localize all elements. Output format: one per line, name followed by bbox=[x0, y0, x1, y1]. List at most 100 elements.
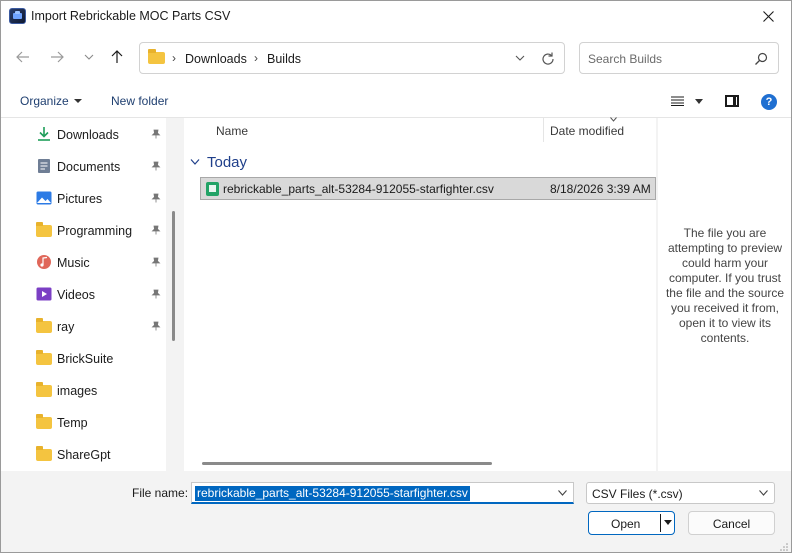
app-icon bbox=[9, 8, 26, 24]
breadcrumb-downloads[interactable]: Downloads bbox=[185, 52, 247, 66]
file-type-select[interactable]: CSV Files (*.csv) bbox=[586, 482, 775, 504]
pin-icon bbox=[151, 321, 161, 331]
file-open-dialog: Import Rebrickable MOC Parts CSV › Downl… bbox=[0, 0, 792, 553]
split-divider bbox=[660, 514, 661, 532]
arrow-right-icon bbox=[51, 51, 64, 63]
pin-icon bbox=[151, 161, 161, 171]
nav-item-label: Music bbox=[57, 256, 90, 270]
chevron-down-icon bbox=[84, 54, 94, 60]
arrow-up-icon bbox=[111, 50, 123, 63]
horizontal-scrollbar[interactable] bbox=[202, 462, 492, 465]
nav-item-downloads[interactable]: Downloads bbox=[1, 119, 166, 147]
nav-item-label: Programming bbox=[57, 224, 133, 238]
folder-icon bbox=[36, 414, 52, 429]
breadcrumb-builds[interactable]: Builds bbox=[267, 52, 301, 66]
nav-item-programming[interactable]: Programming bbox=[1, 215, 166, 243]
chevron-right-icon: › bbox=[254, 51, 258, 65]
file-type-value: CSV Files (*.csv) bbox=[592, 487, 683, 501]
column-header-date-modified[interactable]: Date modified bbox=[550, 124, 624, 138]
file-date-modified: 8/18/2026 3:39 AM bbox=[550, 182, 651, 196]
organize-menu[interactable]: Organize bbox=[20, 94, 82, 108]
download-icon bbox=[38, 127, 50, 141]
documents-icon bbox=[38, 159, 50, 173]
folder-icon bbox=[36, 446, 52, 461]
music-icon bbox=[37, 255, 51, 269]
chevron-down-icon bbox=[759, 490, 768, 496]
nav-item-music[interactable]: Music bbox=[1, 247, 166, 275]
nav-item-videos[interactable]: Videos bbox=[1, 279, 166, 307]
nav-item-label: Pictures bbox=[57, 192, 103, 206]
view-list-icon[interactable] bbox=[671, 96, 684, 106]
address-bar[interactable]: › Downloads › Builds bbox=[139, 42, 565, 74]
nav-item-label: ShareGpt bbox=[57, 448, 111, 462]
nav-item-images[interactable]: images bbox=[1, 375, 166, 403]
nav-item-ray[interactable]: ray bbox=[1, 311, 166, 339]
folder-icon bbox=[36, 350, 52, 365]
file-name: rebrickable_parts_alt-53284-912055-starf… bbox=[223, 182, 494, 196]
pictures-icon bbox=[36, 191, 52, 205]
close-button[interactable] bbox=[745, 1, 791, 32]
nav-item-label: Videos bbox=[57, 288, 95, 302]
nav-item-pictures[interactable]: Pictures bbox=[1, 183, 166, 211]
cancel-label: Cancel bbox=[712, 517, 751, 531]
close-icon bbox=[762, 11, 774, 22]
resize-grip-icon[interactable] bbox=[779, 542, 789, 552]
dialog-footer: File name: rebrickable_parts_alt-53284-9… bbox=[1, 471, 791, 552]
nav-scrollbar[interactable] bbox=[172, 211, 175, 341]
nav-item-label: Documents bbox=[57, 160, 121, 174]
pin-icon bbox=[151, 129, 161, 139]
open-button[interactable]: Open bbox=[588, 511, 675, 535]
nav-item-label: BrickSuite bbox=[57, 352, 114, 366]
command-bar: Organize New folder ? bbox=[1, 84, 791, 118]
column-divider[interactable] bbox=[543, 118, 544, 142]
chevron-right-icon: › bbox=[172, 51, 176, 65]
search-icon bbox=[755, 52, 768, 65]
pin-icon bbox=[151, 257, 161, 267]
nav-item-documents[interactable]: Documents bbox=[1, 151, 166, 179]
filename-field[interactable]: rebrickable_parts_alt-53284-912055-starf… bbox=[191, 482, 574, 504]
pin-icon bbox=[151, 225, 161, 235]
new-folder-button[interactable]: New folder bbox=[111, 94, 168, 108]
window-title: Import Rebrickable MOC Parts CSV bbox=[31, 9, 231, 23]
nav-item-bricksuite[interactable]: BrickSuite bbox=[1, 343, 166, 371]
view-options-caret-icon[interactable] bbox=[695, 99, 703, 104]
organize-label: Organize bbox=[20, 94, 69, 108]
help-icon[interactable]: ? bbox=[761, 94, 777, 110]
file-list[interactable]: Name Date modified Today rebrickable_par… bbox=[184, 117, 656, 471]
group-header-today[interactable]: Today bbox=[207, 154, 247, 171]
refresh-icon[interactable] bbox=[540, 51, 556, 67]
nav-item-sharegpt[interactable]: ShareGpt bbox=[1, 439, 166, 467]
file-row[interactable]: rebrickable_parts_alt-53284-912055-starf… bbox=[200, 177, 656, 200]
folder-icon bbox=[36, 382, 52, 397]
nav-item-temp[interactable]: Temp bbox=[1, 407, 166, 435]
back-button[interactable] bbox=[13, 46, 33, 68]
preview-pane: The file you are attempting to preview c… bbox=[658, 118, 791, 471]
nav-item-label: ray bbox=[57, 320, 75, 334]
title-bar[interactable]: Import Rebrickable MOC Parts CSV bbox=[1, 1, 791, 32]
folder-icon bbox=[148, 49, 165, 64]
arrow-left-icon bbox=[16, 51, 29, 63]
cancel-button[interactable]: Cancel bbox=[688, 511, 775, 535]
open-dropdown-caret-icon[interactable] bbox=[664, 520, 672, 525]
forward-button[interactable] bbox=[47, 46, 67, 68]
sort-caret-icon bbox=[610, 117, 617, 122]
column-header-name[interactable]: Name bbox=[216, 124, 248, 138]
open-label: Open bbox=[611, 517, 641, 531]
up-button[interactable] bbox=[107, 46, 127, 68]
chevron-down-icon[interactable] bbox=[558, 490, 567, 496]
filename-value[interactable]: rebrickable_parts_alt-53284-912055-starf… bbox=[195, 486, 470, 501]
preview-pane-icon[interactable] bbox=[725, 95, 739, 107]
filename-label: File name: bbox=[132, 486, 189, 500]
search-box[interactable]: Search Builds bbox=[579, 42, 779, 74]
search-input[interactable]: Search Builds bbox=[588, 52, 662, 66]
csv-file-icon bbox=[206, 182, 219, 196]
videos-icon bbox=[36, 287, 52, 301]
navigation-pane[interactable]: Downloads Documents Pictures Programming bbox=[1, 118, 166, 471]
chevron-down-icon[interactable] bbox=[515, 55, 525, 61]
chevron-down-icon[interactable] bbox=[190, 158, 200, 166]
nav-item-label: images bbox=[57, 384, 98, 398]
pin-icon bbox=[151, 289, 161, 299]
recent-locations-button[interactable] bbox=[79, 46, 99, 68]
nav-item-label: Temp bbox=[57, 416, 88, 430]
address-row: › Downloads › Builds Search Builds bbox=[1, 32, 791, 84]
